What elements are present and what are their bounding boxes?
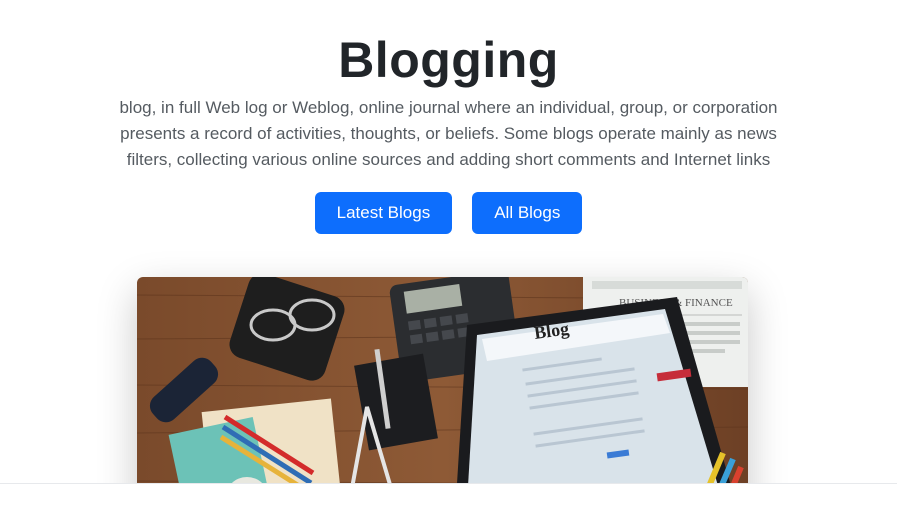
hero-description: blog, in full Web log or Weblog, online … — [119, 98, 778, 169]
hero-image: BUSINESS & FINANCE — [137, 277, 748, 515]
latest-blogs-button[interactable]: Latest Blogs — [314, 192, 453, 234]
page-title: Blogging — [338, 32, 559, 88]
hero-buttons: Latest Blogs All Blogs — [0, 192, 897, 234]
all-blogs-button[interactable]: All Blogs — [472, 192, 583, 234]
bottom-bar — [0, 483, 897, 516]
